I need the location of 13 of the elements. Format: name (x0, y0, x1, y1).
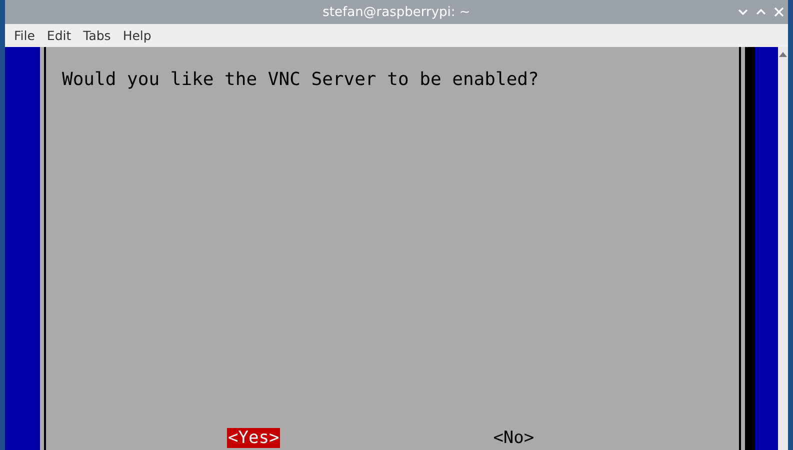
dialog-message: Would you like the VNC Server to be enabled? (62, 69, 540, 90)
dialog-button[interactable]: <Yes> (227, 428, 280, 448)
menu-item[interactable]: Help (116, 28, 158, 43)
scroll-up-icon[interactable] (779, 51, 787, 57)
menu-item[interactable]: File (8, 28, 41, 43)
scrollbar[interactable] (778, 47, 788, 450)
dialog-button[interactable]: <No> (492, 428, 536, 448)
menu-item[interactable]: Tabs (77, 28, 117, 43)
menu-item[interactable]: Edit (40, 28, 78, 43)
close-icon[interactable] (774, 7, 784, 17)
maximize-icon[interactable] (756, 8, 766, 16)
minimize-icon[interactable] (738, 8, 748, 16)
window-title: stefan@raspberrypi: ~ (322, 4, 470, 20)
